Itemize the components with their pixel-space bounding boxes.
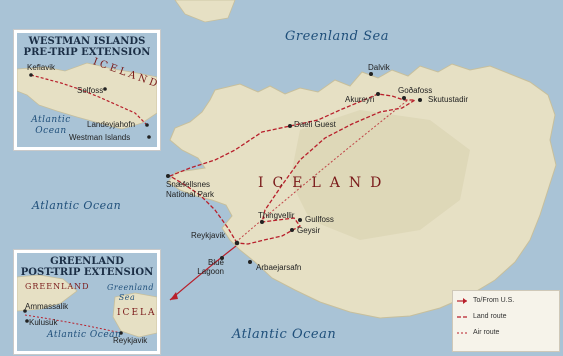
arbaejarsafn-label: Arbaejarsafn — [256, 263, 302, 272]
dot-geysir — [290, 228, 294, 232]
blue-lagoon-label: Blue Lagoon — [197, 258, 224, 277]
inset-bottom-kulusuk-label: Kulusuk — [29, 318, 58, 327]
iceland-label: ICELAND — [258, 175, 391, 191]
dalvik-label: Dalvik — [368, 63, 390, 72]
atlantic-ocean-label: Atlantic Ocean — [32, 199, 122, 212]
legend-land-route: Land route — [473, 313, 507, 320]
map-legend: To/From U.S. Land route Air route — [452, 290, 560, 352]
inset-top-title-line1: WESTMAN ISLANDS — [28, 36, 146, 47]
gullfoss-label: Gullfoss — [305, 215, 334, 224]
dot-thingvellir — [260, 220, 264, 224]
dot-daeli — [288, 124, 292, 128]
inset-top-westman-label: Westman Islands — [69, 133, 131, 142]
inset-bottom-sea-label: Greenland Sea — [107, 283, 154, 302]
greenland-sea-label: Greenland Sea — [285, 29, 389, 44]
dot-skutustadir — [418, 98, 422, 102]
skutustadir-label: Skutustadir — [428, 95, 469, 104]
dot-dalvik — [369, 72, 373, 76]
dot-arbaejarsafn — [248, 260, 252, 264]
dot-reykjavik — [234, 240, 240, 246]
akureyri-label: Akureyri — [345, 95, 375, 104]
dot-gullfoss — [298, 218, 302, 222]
dot-godafoss — [402, 96, 406, 100]
inset-bottom-title-line1: GREENLAND — [50, 256, 124, 267]
thingvellir-label: Thingvellir — [258, 211, 295, 220]
legend-to-from-us: To/From U.S. — [473, 297, 515, 304]
legend-air-route: Air route — [473, 329, 500, 336]
geysir-label: Geysir — [297, 226, 321, 235]
inset-bottom-ammassalik-label: Ammassalik — [25, 302, 69, 311]
daeli-label: Daeli Guest — [294, 120, 336, 129]
greenland-inset: GREENLAND POST-TRIP EXTENSION GREENLAND … — [14, 250, 160, 354]
inset-top-selfoss-label: Selfoss — [77, 86, 104, 95]
inset-bottom-reykjavik-label: Reykjavik — [113, 336, 148, 345]
inset-bottom-greenland-label: GREENLAND — [25, 282, 90, 291]
atlantic-ocean-south-label: Atlantic Ocean — [232, 327, 337, 342]
reykjavik-label: Reykjavik — [191, 231, 226, 240]
inset-top-title-line2: PRE-TRIP EXTENSION — [23, 47, 151, 58]
dot-akureyri — [376, 92, 380, 96]
westman-islands-inset: WESTMAN ISLANDS PRE-TRIP EXTENSION Kefla… — [14, 30, 160, 150]
inset-top-keflavik-label: Keflavik — [27, 63, 56, 72]
inset-top-landeyjahofn-label: Landeyjahofn — [87, 120, 136, 129]
inset-bottom-title-line2: POST-TRIP EXTENSION — [20, 267, 154, 278]
inset-bottom-iceland-label: ICELAND — [117, 308, 157, 318]
snaefellsnes-label: Snæfellsnes National Park — [166, 180, 215, 199]
inset-bottom-ocean-label: Atlantic Ocean — [47, 330, 122, 340]
godafoss-label: Goðafoss — [398, 86, 433, 95]
dot-snaefellsnes — [166, 174, 170, 178]
inset-top-ocean-label: Atlantic Ocean — [31, 115, 71, 136]
